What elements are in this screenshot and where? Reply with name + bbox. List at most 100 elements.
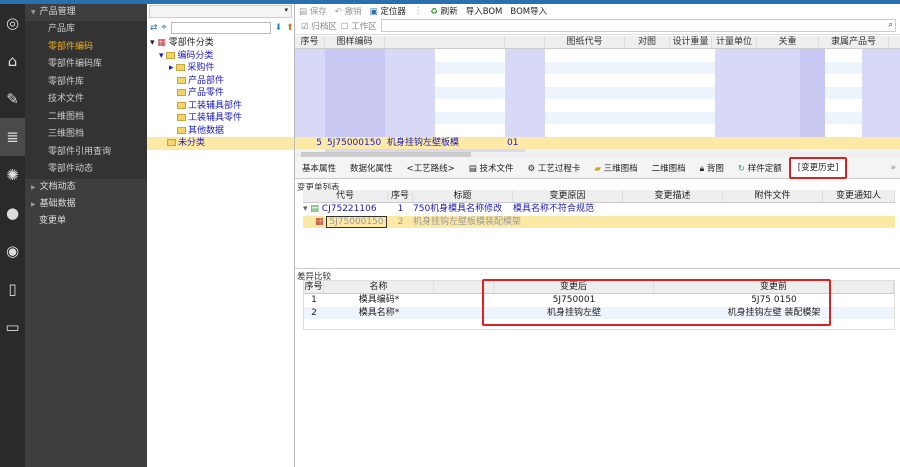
table-row[interactable]: ▾ ▤ CJ75221106 1 750机身模具名称修改 模具名称不符合规范 — [303, 203, 895, 216]
menu-item[interactable]: 零部件动态 — [25, 161, 147, 179]
menu-item[interactable]: 零部件编码库 — [25, 56, 147, 74]
menu-item[interactable]: 技术文件 — [25, 91, 147, 109]
tree-node[interactable]: 产品部件 — [147, 75, 294, 88]
column-header[interactable]: 序号 — [388, 190, 413, 202]
tree-dropdown[interactable]: ▾ — [149, 5, 292, 18]
tab-tech-files[interactable]: ▤ 技术文件 — [462, 162, 521, 174]
tree-node-selected[interactable]: 未分类 — [147, 137, 294, 150]
table-row[interactable] — [295, 86, 900, 99]
table-row[interactable] — [295, 74, 900, 87]
column-header[interactable]: 名称 — [324, 281, 434, 293]
tree-node[interactable]: 工装辅具零件 — [147, 112, 294, 125]
tab-process-card[interactable]: ⚙ 工艺过程卡 — [521, 162, 588, 174]
column-header[interactable]: 变更描述 — [623, 190, 723, 202]
menu-item[interactable]: 二维图档 — [25, 109, 147, 127]
table-row[interactable] — [295, 49, 900, 62]
column-header[interactable]: 附件文件 — [723, 190, 823, 202]
menu-item[interactable]: 产品库 — [25, 21, 147, 39]
arrow-down-icon[interactable]: ⬇ — [275, 23, 283, 33]
column-header[interactable]: 隶属产品号 — [819, 36, 889, 48]
table-row[interactable] — [295, 111, 900, 124]
menu-item[interactable]: 零部件引用查询 — [25, 144, 147, 162]
tab-process-route[interactable]: <工艺路线> — [400, 162, 462, 174]
home-icon[interactable]: ⌂ — [0, 42, 25, 80]
tab-data-attributes[interactable]: 数据化属性 — [343, 162, 400, 174]
column-header[interactable]: 标题 — [413, 190, 513, 202]
locator-button[interactable]: ▣ 定位器 — [370, 5, 406, 17]
work-checkbox[interactable]: ☐ 工作区 — [341, 20, 377, 32]
locate-icon[interactable]: ⌖ — [162, 23, 167, 33]
menu-group-base[interactable]: ▶ 基础数据 — [25, 196, 147, 213]
tab-basic[interactable]: 基本属性 — [295, 162, 343, 174]
redacted-cell — [295, 99, 325, 112]
column-header[interactable]: 图样编码 — [325, 36, 385, 48]
tree-node[interactable]: 工装辅具部件 — [147, 100, 294, 113]
cell-version: 01 — [507, 137, 519, 148]
table-row-selected[interactable]: 5 5J75000150 机身挂钩左壁板模 01 — [295, 136, 900, 149]
divider — [295, 268, 900, 269]
chat-icon[interactable]: ● — [0, 194, 25, 232]
tree-root[interactable]: ▾ ▦ 零部件分类 — [147, 37, 294, 50]
logo-icon[interactable]: ◎ — [0, 4, 25, 42]
refresh-button[interactable]: ♻ 刷新 — [430, 5, 457, 17]
menu-item[interactable]: 三维图档 — [25, 126, 147, 144]
import-bom-button[interactable]: 导入BOM — [466, 5, 503, 17]
redacted-cell — [545, 62, 715, 75]
column-header[interactable]: 设计重量 — [670, 36, 712, 48]
column-header[interactable]: 计量单位 — [712, 36, 757, 48]
tab-quota[interactable]: ↻ 样件定额 — [731, 162, 789, 174]
menu-item[interactable]: 零部件库 — [25, 74, 147, 92]
column-header[interactable]: 变更通知人 — [823, 190, 895, 202]
menu-item-change-order[interactable]: 变更单 — [25, 213, 147, 230]
lock-icon: 🔒︎ — [699, 163, 705, 174]
cell-no: 2 — [397, 216, 404, 227]
redacted-cell — [715, 124, 755, 137]
loading-icon[interactable]: ✺ — [0, 156, 25, 194]
redacted-cell — [295, 61, 325, 74]
column-header[interactable]: 序号 — [295, 36, 325, 48]
folder-icon — [177, 126, 186, 134]
tree-node[interactable]: ▸ 采购件 — [147, 62, 294, 75]
refresh-icon[interactable]: ⇄ — [150, 23, 158, 33]
table-row[interactable] — [295, 99, 900, 112]
tree-search-input[interactable] — [170, 22, 271, 34]
database-icon[interactable]: ≣ — [0, 118, 25, 156]
tab-3d[interactable]: ▰ 三维图档 — [587, 162, 644, 174]
menu-item-selected[interactable]: 零部件编码 — [25, 39, 147, 57]
undo-button[interactable]: ↶ 撤销 — [335, 5, 362, 17]
search-icon[interactable]: ⌕ — [888, 20, 893, 30]
tab-2d[interactable]: 二维图档 — [645, 162, 693, 174]
column-header[interactable]: 关重 — [757, 36, 819, 48]
table-row[interactable] — [295, 61, 900, 75]
bom-import-button[interactable]: BOM导入 — [510, 5, 547, 17]
column-header[interactable]: 变更原因 — [513, 190, 623, 202]
column-header[interactable]: 序号 — [304, 281, 324, 293]
tab-drawing[interactable]: 🔒︎ 背图 — [693, 162, 731, 174]
column-header[interactable]: 对图 — [625, 36, 670, 48]
cell-code: 5J75000150 — [327, 137, 382, 148]
tab-change-history[interactable]: [变更历史] — [788, 156, 848, 179]
tree-node[interactable]: 产品零件 — [147, 87, 294, 100]
column-header[interactable]: 图纸代号 — [545, 36, 625, 48]
menu-group-docs[interactable]: ▶ 文档动态 — [25, 179, 147, 196]
tree-node[interactable]: ▾ 编码分类 — [147, 50, 294, 63]
signal-icon[interactable]: ◉ — [0, 232, 25, 270]
column-header[interactable] — [505, 36, 545, 48]
save-button[interactable]: ▤ 保存 — [299, 5, 327, 17]
arrow-up-icon[interactable]: ⬆ — [286, 23, 294, 33]
chevron-double-icon[interactable]: » — [890, 163, 896, 173]
column-header[interactable] — [385, 36, 505, 48]
column-header[interactable]: 代号 — [303, 190, 388, 202]
tree-node[interactable]: 其他数据 — [147, 125, 294, 138]
search-input[interactable]: ⌕ — [380, 19, 896, 32]
book-icon[interactable]: ▯ — [0, 270, 25, 308]
table-row[interactable] — [295, 124, 900, 137]
id-card-icon[interactable]: ▭ — [0, 308, 25, 346]
table-row-selected[interactable]: ▦ 5J75000150 2 机身挂钩左壁板模装配模架 — [303, 215, 895, 228]
menu-group-product[interactable]: ▼ 产品管理 — [25, 4, 147, 21]
tree-label: 未分类 — [178, 138, 206, 148]
edit-icon[interactable]: ✎ — [0, 80, 25, 118]
redacted-cell — [755, 124, 800, 137]
archive-checkbox[interactable]: ☑ 归档区 — [301, 20, 337, 32]
redacted-cell — [295, 74, 325, 87]
